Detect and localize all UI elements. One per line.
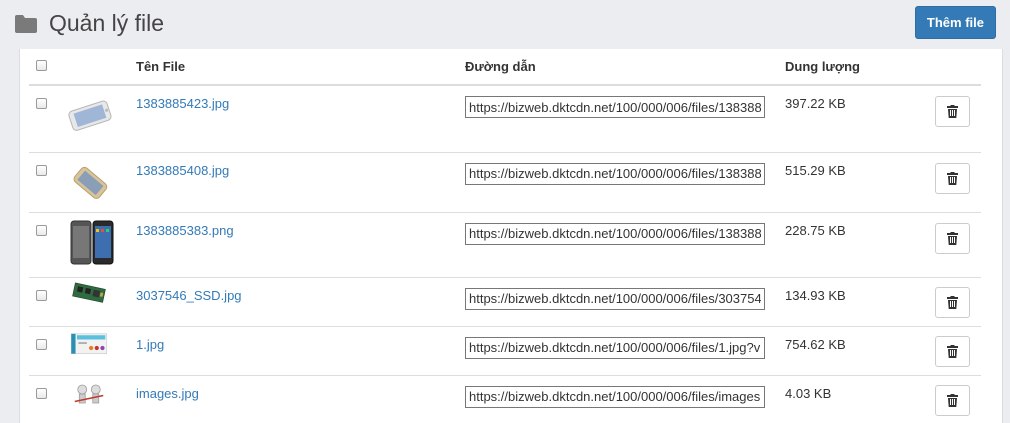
row-checkbox[interactable] [36,164,47,176]
file-name-link[interactable]: 1.jpg [136,337,164,352]
file-name-link[interactable]: images.jpg [136,386,199,401]
file-name-link[interactable]: 1383885408.jpg [136,163,229,178]
row-checkbox[interactable] [36,338,47,350]
file-path-input[interactable] [465,385,765,408]
folder-icon [15,14,37,33]
row-checkbox[interactable] [36,387,47,399]
file-size: 397.22 KB [785,96,846,111]
trash-icon [947,231,958,245]
file-table-panel: Tên File Đường dẫn Dung lượng 1383885423… [19,49,1003,423]
page-title: Quản lý file [14,10,164,37]
delete-button[interactable] [935,384,970,416]
column-header-path: Đường dẫn [465,49,785,86]
trash-icon [947,393,958,407]
file-thumbnail[interactable] [62,331,116,365]
file-name-link[interactable]: 1383885383.png [136,223,234,238]
page-title-text: Quản lý file [49,10,165,36]
file-path-input[interactable] [465,96,765,118]
table-row: 3037546_SSD.jpg 134.93 KB [29,277,981,327]
trash-icon [947,171,958,185]
file-size: 228.75 KB [785,222,846,238]
delete-button[interactable] [935,335,970,367]
table-row: 1.jpg 754.62 KB [29,326,981,376]
file-path-input[interactable] [465,287,765,310]
file-path-input[interactable] [465,162,765,185]
file-thumbnail[interactable] [62,282,116,314]
page-header: Quản lý file Thêm file [0,0,1010,48]
trash-icon [947,344,958,358]
file-size: 515.29 KB [785,162,846,178]
row-checkbox[interactable] [36,98,47,109]
file-size: 754.62 KB [785,336,846,352]
file-thumbnail[interactable] [62,219,116,267]
delete-button[interactable] [935,96,970,127]
file-thumbnail[interactable] [62,159,116,207]
table-row: 1383885408.jpg 515.29 KB [29,152,981,213]
add-file-button[interactable]: Thêm file [914,6,996,39]
table-row: images.jpg 4.03 KB [29,375,981,423]
file-size: 4.03 KB [785,385,832,401]
trash-icon [947,105,958,118]
file-size: 134.93 KB [785,287,846,303]
file-path-input[interactable] [465,336,765,359]
table-header-row: Tên File Đường dẫn Dung lượng [29,49,981,86]
delete-button[interactable] [935,162,970,194]
trash-icon [947,295,958,309]
row-checkbox[interactable] [36,224,47,236]
column-header-name: Tên File [136,49,465,86]
file-path-input[interactable] [465,222,765,245]
file-name-link[interactable]: 1383885423.jpg [136,96,229,111]
file-thumbnail[interactable] [62,379,116,415]
column-header-size: Dung lượng [785,49,935,86]
table-row: 1383885423.jpg 397.22 KB [29,85,981,153]
row-checkbox[interactable] [36,289,47,301]
file-name-link[interactable]: 3037546_SSD.jpg [136,288,242,303]
file-thumbnail[interactable] [62,92,116,140]
table-row: 1383885383.png 228.75 KB [29,212,981,278]
select-all-checkbox[interactable] [36,60,47,71]
delete-button[interactable] [935,286,970,318]
file-table: Tên File Đường dẫn Dung lượng 1383885423… [29,49,981,423]
delete-button[interactable] [935,222,970,254]
